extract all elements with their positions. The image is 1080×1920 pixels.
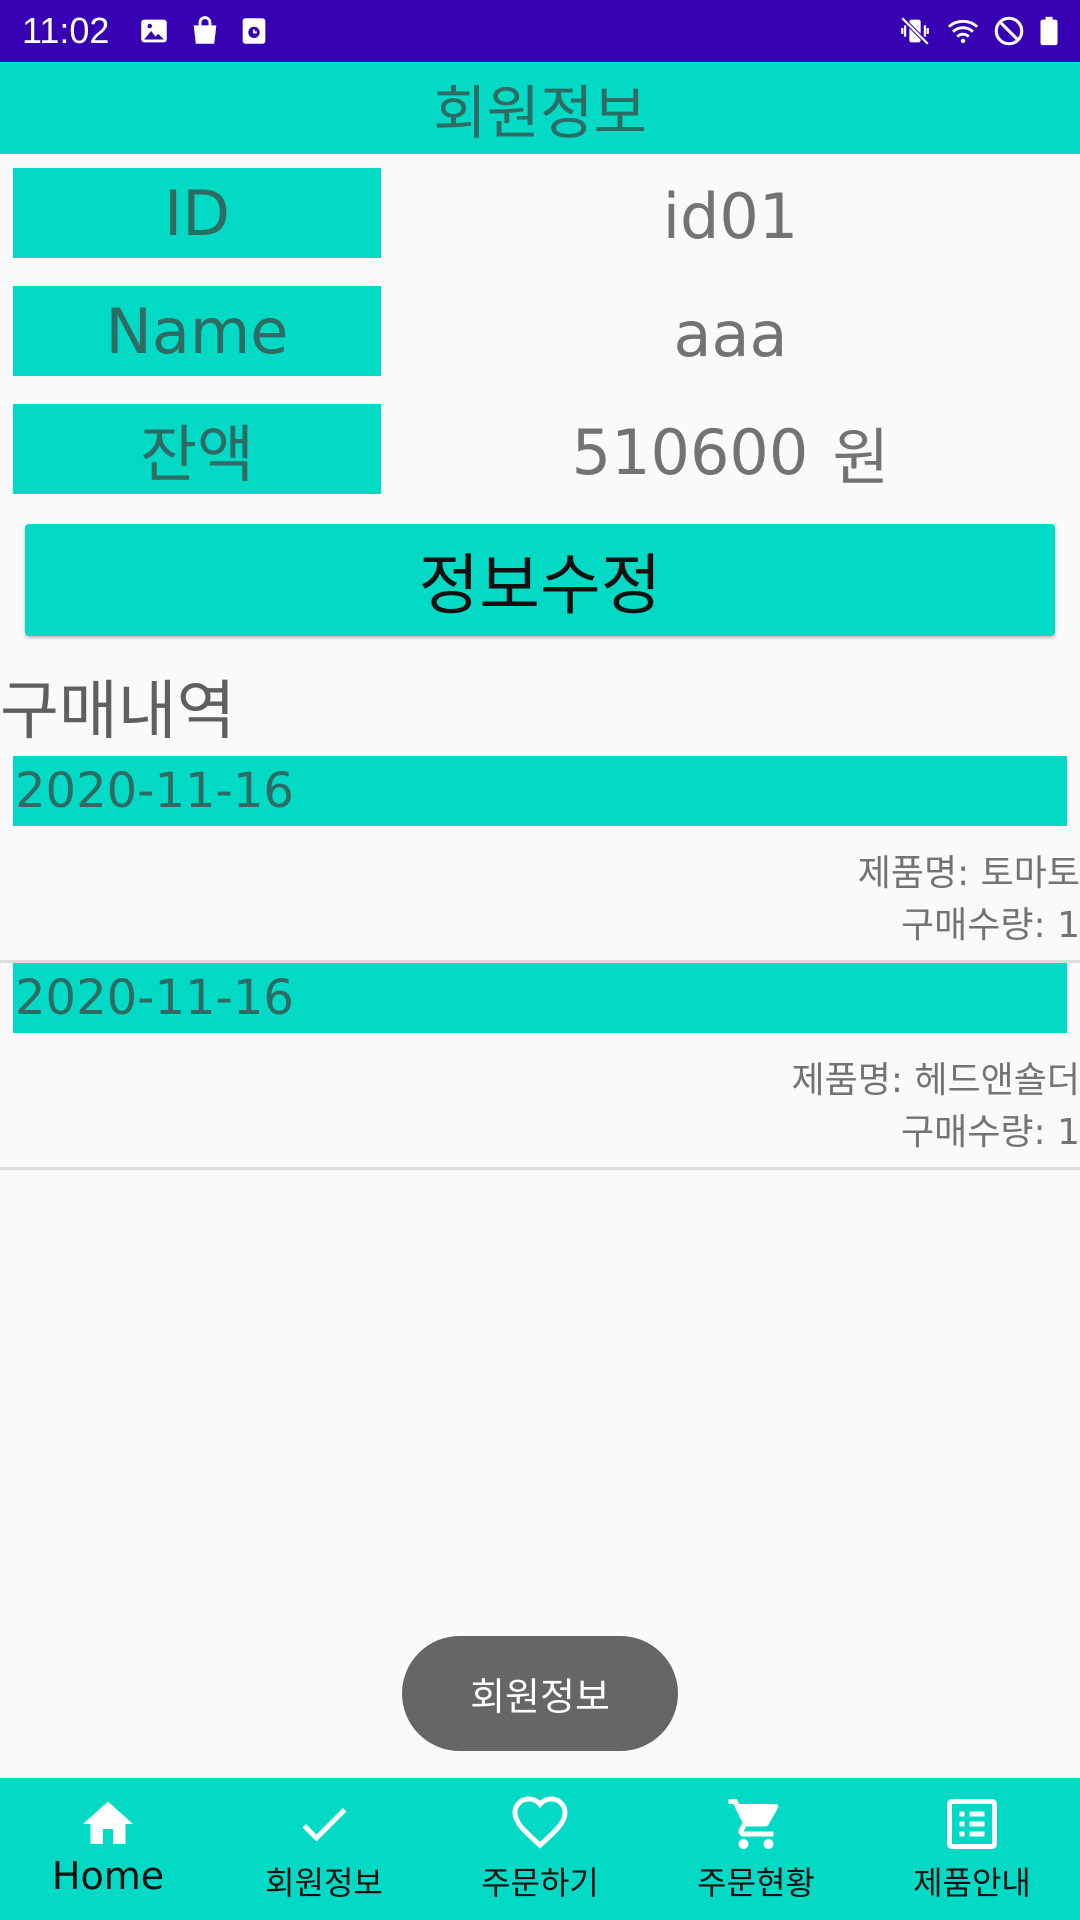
id-value: id01 [662,179,799,253]
media-icon [237,14,271,48]
wifi-icon [946,14,980,48]
title-bar: 회원정보 [0,62,1080,154]
page-title: 회원정보 [433,79,647,147]
balance-label: 잔액 [13,404,381,494]
purchase-history-title: 구매내역 [0,675,236,749]
bottom-nav: Home 회원정보 주문하기 주문현황 제품안내 [0,1778,1080,1920]
name-label: Name [13,286,381,376]
nav-item-order-status[interactable]: 주문현황 [648,1778,864,1920]
status-bar: 11:02 [0,0,1080,62]
purchase-quantity: 구매수량: 1 [901,905,1080,946]
balance-unit: 원 [832,421,890,494]
balance-value: 510600 [571,415,809,489]
purchase-date: 2020-11-16 [13,756,1067,826]
dnd-icon [992,14,1026,48]
nav-label: 주문하기 [481,1864,599,1902]
nav-label: 제품안내 [913,1864,1031,1902]
cart-icon [726,1794,786,1854]
nav-item-order[interactable]: 주문하기 [432,1778,648,1920]
vibrate-icon [898,14,932,48]
nav-item-home[interactable]: Home [0,1778,216,1920]
purchase-quantity: 구매수량: 1 [901,1112,1080,1153]
divider [0,1167,1080,1170]
purchase-date: 2020-11-16 [13,963,1067,1033]
nav-item-product-guide[interactable]: 제품안내 [864,1778,1080,1920]
status-time: 11:02 [22,10,110,51]
id-label: ID [13,168,381,258]
list-item[interactable]: 2020-11-16 제품명: 토마토 구매수량: 1 [0,756,1080,963]
nav-label: 회원정보 [265,1864,383,1902]
list-item[interactable]: 2020-11-16 제품명: 헤드앤숄더 구매수량: 1 [0,963,1080,1170]
screen: 11:02 회원정보 ID id01 Name aaa 잔액 510600 원 … [0,0,1080,1920]
balance-value-row: 510600 원 [381,407,1080,497]
nav-label: 주문현황 [697,1864,815,1902]
image-icon [137,14,171,48]
heart-icon [510,1794,570,1854]
product-name: 제품명: 헤드앤숄더 [791,1060,1080,1101]
list-icon [942,1794,1002,1854]
nav-item-member-info[interactable]: 회원정보 [216,1778,432,1920]
bag-icon [188,14,222,48]
toast-message: 회원정보 [402,1636,678,1751]
product-name: 제품명: 토마토 [857,853,1080,894]
name-value: aaa [673,297,788,371]
battery-icon [1032,14,1066,48]
edit-info-button[interactable]: 정보수정 [25,524,1055,636]
nav-label: Home [51,1854,165,1898]
check-icon [294,1794,354,1854]
home-icon [78,1794,138,1854]
